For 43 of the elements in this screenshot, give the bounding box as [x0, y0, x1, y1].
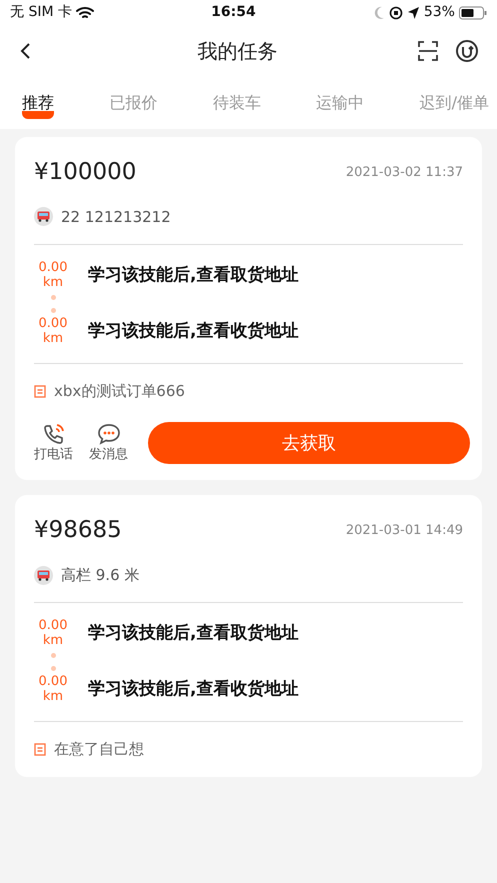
address-text: 学习该技能后,查看取货地址 — [88, 264, 298, 288]
distance-text: 0.00 — [38, 261, 68, 276]
truck-icon — [37, 570, 50, 580]
tab[interactable]: 运输中 — [316, 87, 364, 119]
battery-percent: 53% — [424, 3, 455, 22]
order-note: 在意了自己想 — [54, 739, 144, 760]
scan-icon[interactable] — [417, 40, 439, 62]
location-arrow-icon — [406, 6, 420, 20]
carrier-text: 无 SIM 卡 — [10, 3, 72, 22]
tab[interactable]: 迟到/催单 — [420, 87, 489, 119]
truck-icon — [37, 211, 50, 222]
message-button[interactable]: 发消息 — [89, 422, 128, 464]
address-text: 学习该技能后,查看收货地址 — [88, 678, 298, 702]
order-note: xbx的测试订单666 — [54, 380, 185, 402]
address-text: 学习该技能后,查看取货地址 — [88, 622, 298, 646]
document-icon — [34, 742, 46, 756]
clock-text: 16:54 — [211, 3, 256, 22]
distance-text: 0.00 — [38, 316, 68, 332]
distance-text: 0.00 — [38, 675, 68, 690]
vehicle-text: 22 121213212 — [61, 206, 171, 228]
document-icon — [34, 384, 46, 398]
call-button[interactable]: 打电话 — [34, 422, 73, 464]
tab[interactable]: 已报价 — [109, 87, 158, 119]
phone-icon — [42, 422, 66, 444]
tab[interactable]: 待装车 — [212, 87, 261, 119]
price-text: ¥100000 — [34, 158, 136, 187]
battery-icon — [458, 6, 487, 20]
distance-text: 0.00 — [38, 619, 68, 634]
wifi-icon — [76, 6, 94, 20]
chat-bubble-icon — [96, 422, 120, 444]
page-title: 我的任务 — [198, 38, 278, 65]
distance-unit: km — [42, 634, 64, 650]
distance-unit: km — [42, 332, 64, 347]
get-order-button[interactable]: 去获取 — [148, 422, 470, 464]
distance-unit: km — [42, 690, 64, 705]
vehicle-text: 高栏 9.6 米 — [61, 564, 140, 586]
date-text: 2021-03-01 14:49 — [346, 522, 463, 540]
distance-unit: km — [42, 276, 64, 291]
address-text: 学习该技能后,查看收货地址 — [88, 320, 298, 344]
date-text: 2021-03-02 11:37 — [346, 164, 463, 182]
moon-icon — [372, 6, 385, 20]
rotation-lock-icon — [388, 6, 403, 20]
price-text: ¥98685 — [34, 516, 122, 546]
